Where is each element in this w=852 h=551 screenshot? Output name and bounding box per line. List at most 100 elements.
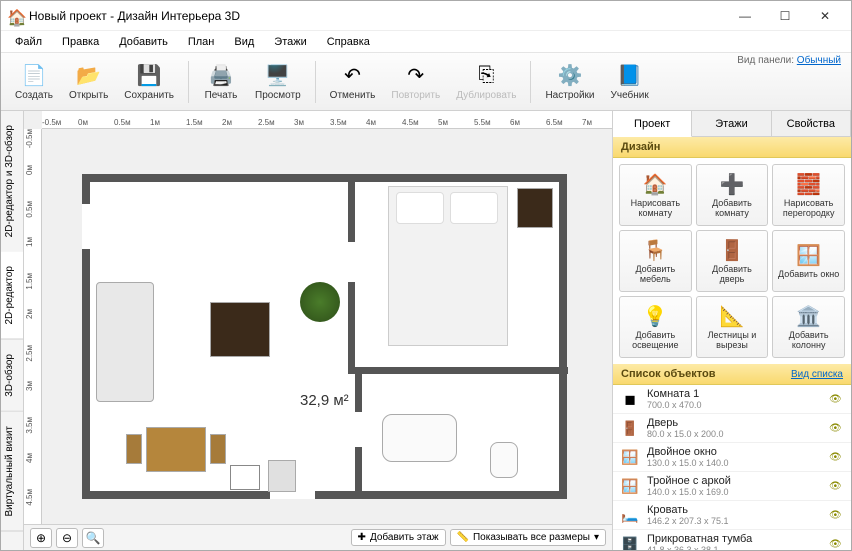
menu-Добавить[interactable]: Добавить: [109, 33, 178, 51]
draw-room-icon: 🏠: [642, 171, 668, 197]
window-opening[interactable]: [82, 204, 90, 249]
stove[interactable]: [230, 465, 260, 490]
draw-partition-button[interactable]: 🧱Нарисовать перегородку: [772, 164, 845, 226]
stairs-button[interactable]: 📐Лестницы и вырезы: [696, 296, 769, 358]
side-tab-3[interactable]: 2D-редактор и 3D-обзор: [1, 111, 23, 252]
object-icon: ◼: [619, 388, 641, 410]
chair[interactable]: [210, 434, 226, 464]
list-view-link[interactable]: Вид списка: [791, 369, 843, 380]
close-button[interactable]: ✕: [805, 2, 845, 30]
view-icon: 🖥️: [265, 62, 291, 88]
duplicate-button: ⎘Дублировать: [450, 60, 522, 103]
object-item[interactable]: 🚪Дверь80.0 x 15.0 x 200.0👁: [613, 414, 851, 443]
object-icon: 🗄️: [619, 533, 641, 550]
add-floor-button[interactable]: ✚Добавить этаж: [351, 529, 446, 546]
door-opening[interactable]: [348, 242, 355, 282]
menu-План[interactable]: План: [178, 33, 225, 51]
help-button[interactable]: 📘Учебник: [605, 60, 655, 103]
show-all-dims-button[interactable]: 📏Показывать все размеры▾: [450, 529, 606, 546]
door-opening[interactable]: [270, 491, 315, 499]
pillow: [396, 192, 444, 224]
room-area-label: 32,9 м²: [300, 392, 349, 409]
object-item[interactable]: 🪟Двойное окно130.0 x 15.0 x 140.0👁: [613, 443, 851, 472]
save-button[interactable]: 💾Сохранить: [118, 60, 180, 103]
menu-Справка[interactable]: Справка: [317, 33, 380, 51]
visibility-icon[interactable]: 👁: [829, 423, 845, 434]
objects-section-header: Список объектов Вид списка: [613, 364, 851, 385]
object-list: ◼Комната 1700.0 x 470.0👁🚪Дверь80.0 x 15.…: [613, 385, 851, 550]
nightstand[interactable]: [517, 188, 553, 228]
menu-Правка[interactable]: Правка: [52, 33, 109, 51]
window-title: Новый проект - Дизайн Интерьера 3D: [29, 9, 725, 23]
plant[interactable]: [300, 282, 340, 322]
settings-icon: ⚙️: [557, 62, 583, 88]
door-opening[interactable]: [355, 412, 362, 447]
print-button[interactable]: 🖨️Печать: [197, 60, 245, 103]
bathtub[interactable]: [382, 414, 457, 462]
add-door-button[interactable]: 🚪Добавить дверь: [696, 230, 769, 292]
visibility-icon[interactable]: 👁: [829, 510, 845, 521]
menu-Этажи[interactable]: Этажи: [264, 33, 316, 51]
tv-unit[interactable]: [210, 302, 270, 357]
visibility-icon[interactable]: 👁: [829, 394, 845, 405]
settings-button[interactable]: ⚙️Настройки: [539, 60, 600, 103]
visibility-icon[interactable]: 👁: [829, 481, 845, 492]
menu-Файл[interactable]: Файл: [5, 33, 52, 51]
design-section-header: Дизайн: [613, 137, 851, 158]
right-tab-Этажи[interactable]: Этажи: [692, 111, 771, 136]
floorplan[interactable]: 32,9 м²: [82, 174, 567, 499]
save-icon: 💾: [136, 62, 162, 88]
right-panel: ПроектЭтажиСвойства Дизайн 🏠Нарисовать к…: [612, 111, 851, 550]
menu-Вид[interactable]: Вид: [224, 33, 264, 51]
add-column-button[interactable]: 🏛️Добавить колонну: [772, 296, 845, 358]
object-icon: 🛏️: [619, 504, 641, 526]
help-icon: 📘: [617, 62, 643, 88]
object-item[interactable]: 🗄️Прикроватная тумба41.8 x 36.3 x 38.1👁: [613, 530, 851, 550]
open-button[interactable]: 📂Открыть: [63, 60, 114, 103]
app-icon: 🏠: [7, 8, 23, 24]
add-column-icon: 🏛️: [796, 303, 822, 329]
zoom-out-button[interactable]: ⊖: [56, 528, 78, 548]
ruler-horizontal: -0.5м0м0.5м1м1.5м2м2.5м3м3.5м4м4.5м5м5.5…: [42, 111, 612, 129]
view-mode-link[interactable]: Обычный: [797, 55, 841, 66]
create-icon: 📄: [21, 62, 47, 88]
add-light-button[interactable]: 💡Добавить освещение: [619, 296, 692, 358]
undo-button[interactable]: ↶Отменить: [324, 60, 382, 103]
fridge[interactable]: [268, 460, 296, 492]
add-window-button[interactable]: 🪟Добавить окно: [772, 230, 845, 292]
titlebar: 🏠 Новый проект - Дизайн Интерьера 3D — ☐…: [1, 1, 851, 31]
object-item[interactable]: ◼Комната 1700.0 x 470.0👁: [613, 385, 851, 414]
zoom-fit-button[interactable]: 🔍: [82, 528, 104, 548]
object-icon: 🚪: [619, 417, 641, 439]
side-tab-0[interactable]: Виртуальный визит: [1, 412, 23, 532]
object-item[interactable]: 🛏️Кровать146.2 x 207.3 x 75.1👁: [613, 501, 851, 530]
visibility-icon[interactable]: 👁: [829, 539, 845, 550]
side-tab-2[interactable]: 2D-редактор: [1, 252, 23, 340]
toilet[interactable]: [490, 442, 518, 478]
right-panel-tabs: ПроектЭтажиСвойства: [613, 111, 851, 137]
right-tab-Свойства[interactable]: Свойства: [772, 111, 851, 136]
right-tab-Проект[interactable]: Проект: [613, 111, 692, 137]
duplicate-icon: ⎘: [473, 62, 499, 88]
view-button[interactable]: 🖥️Просмотр: [249, 60, 307, 103]
sofa[interactable]: [96, 282, 154, 402]
object-icon: 🪟: [619, 446, 641, 468]
object-item[interactable]: 🪟Тройное с аркой140.0 x 15.0 x 169.0👁: [613, 472, 851, 501]
zoom-in-button[interactable]: ⊕: [30, 528, 52, 548]
print-icon: 🖨️: [208, 62, 234, 88]
add-furniture-button[interactable]: 🪑Добавить мебель: [619, 230, 692, 292]
add-room-button[interactable]: ➕Добавить комнату: [696, 164, 769, 226]
draw-partition-icon: 🧱: [796, 171, 822, 197]
side-tab-1[interactable]: 3D-обзор: [1, 340, 23, 412]
dining-table[interactable]: [146, 427, 206, 472]
canvas-2d[interactable]: 32,9 м²: [42, 129, 612, 524]
visibility-icon[interactable]: 👁: [829, 452, 845, 463]
design-grid: 🏠Нарисовать комнату➕Добавить комнату🧱Нар…: [613, 158, 851, 364]
minimize-button[interactable]: —: [725, 2, 765, 30]
chair[interactable]: [126, 434, 142, 464]
undo-icon: ↶: [340, 62, 366, 88]
draw-room-button[interactable]: 🏠Нарисовать комнату: [619, 164, 692, 226]
maximize-button[interactable]: ☐: [765, 2, 805, 30]
interior-wall[interactable]: [348, 367, 568, 374]
create-button[interactable]: 📄Создать: [9, 60, 59, 103]
